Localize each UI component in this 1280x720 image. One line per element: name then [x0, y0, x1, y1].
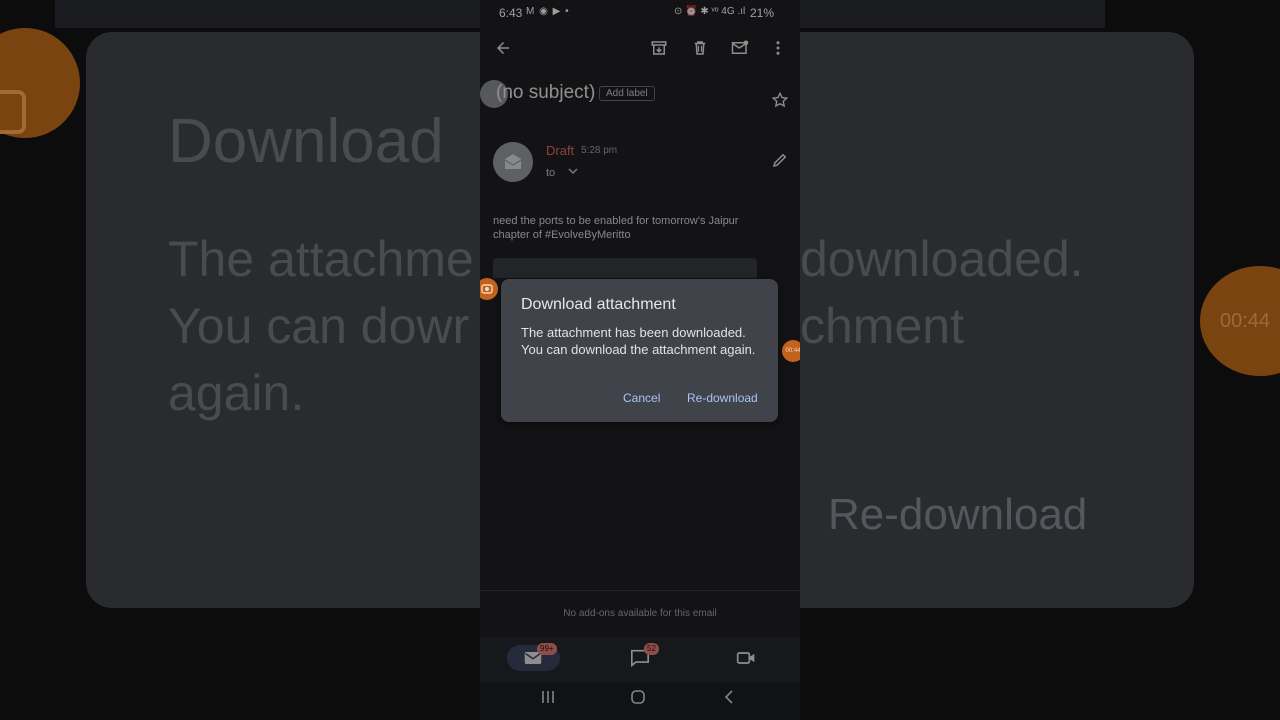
phone-screen: 6:43 M ◉ ▶ • ⊙ ⏰ ✱ ᵛᵒ 4G .ıl 21% (no sub…: [480, 0, 800, 720]
cancel-button[interactable]: Cancel: [623, 391, 660, 405]
background-camera-bubble: [0, 28, 80, 138]
background-timer-bubble: 00:44: [1200, 266, 1280, 376]
screen-recorder-camera-bubble[interactable]: [480, 278, 498, 300]
background-title: Download: [168, 107, 444, 176]
camera-icon: [481, 284, 493, 294]
screen-recorder-timer[interactable]: 00:44: [782, 340, 800, 362]
background-redownload: Re-download: [828, 490, 1088, 539]
dialog-message: The attachment has been downloaded. You …: [521, 325, 756, 357]
redownload-button[interactable]: Re-download: [687, 391, 758, 405]
background-body-right: downloaded. chment: [800, 231, 1084, 354]
camera-icon: [0, 90, 26, 134]
download-attachment-dialog: Download attachment The attachment has b…: [501, 279, 778, 422]
dialog-title: Download attachment: [521, 296, 676, 313]
background-timer-text: 00:44: [1220, 310, 1271, 332]
